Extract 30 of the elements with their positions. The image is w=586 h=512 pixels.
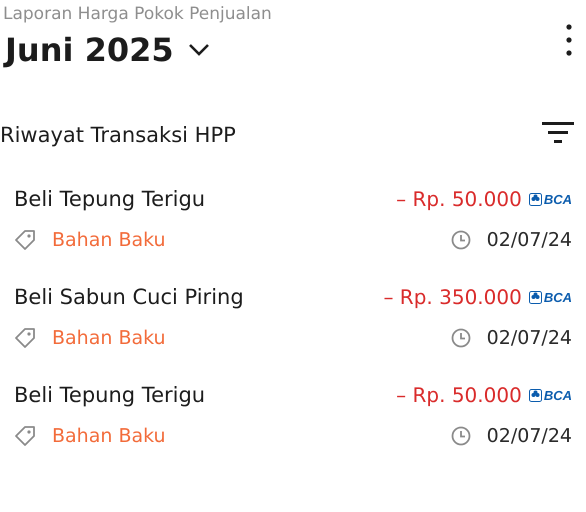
- bank-logo-icon: [528, 290, 542, 304]
- transaction-date: 02/07/24: [486, 425, 572, 447]
- transaction-amount: – Rp. 50.000: [396, 187, 522, 211]
- tag-icon: [14, 327, 36, 349]
- bank-name: BCA: [544, 192, 572, 206]
- report-subtitle: Laporan Harga Pokok Penjualan: [3, 3, 272, 26]
- filter-icon: [542, 122, 574, 144]
- tag-icon: [14, 229, 36, 251]
- transaction-category: Bahan Baku: [52, 229, 166, 251]
- more-icon: [566, 24, 572, 56]
- transaction-date: 02/07/24: [486, 327, 572, 349]
- clock-icon: [450, 230, 471, 250]
- bank-name: BCA: [544, 388, 572, 402]
- transaction-category: Bahan Baku: [52, 327, 166, 349]
- transaction-category: Bahan Baku: [52, 425, 166, 447]
- transaction-date: 02/07/24: [486, 229, 572, 251]
- bank-logo-icon: [528, 192, 542, 206]
- transaction-amount: – Rp. 350.000: [383, 285, 522, 309]
- bank-name: BCA: [544, 290, 572, 304]
- section-title: Riwayat Transaksi HPP: [0, 122, 236, 146]
- transaction-name: Beli Sabun Cuci Piring: [14, 285, 244, 309]
- tag-icon: [14, 425, 36, 447]
- clock-icon: [450, 328, 471, 348]
- chevron-down-icon: [188, 43, 210, 57]
- bank-logo-icon: [528, 388, 542, 402]
- transaction-name: Beli Tepung Terigu: [14, 383, 206, 407]
- transaction-amount: – Rp. 50.000: [396, 383, 522, 407]
- transaction-name: Beli Tepung Terigu: [14, 187, 206, 211]
- clock-icon: [450, 426, 471, 446]
- period-dropdown[interactable]: Juni 2025: [3, 28, 210, 72]
